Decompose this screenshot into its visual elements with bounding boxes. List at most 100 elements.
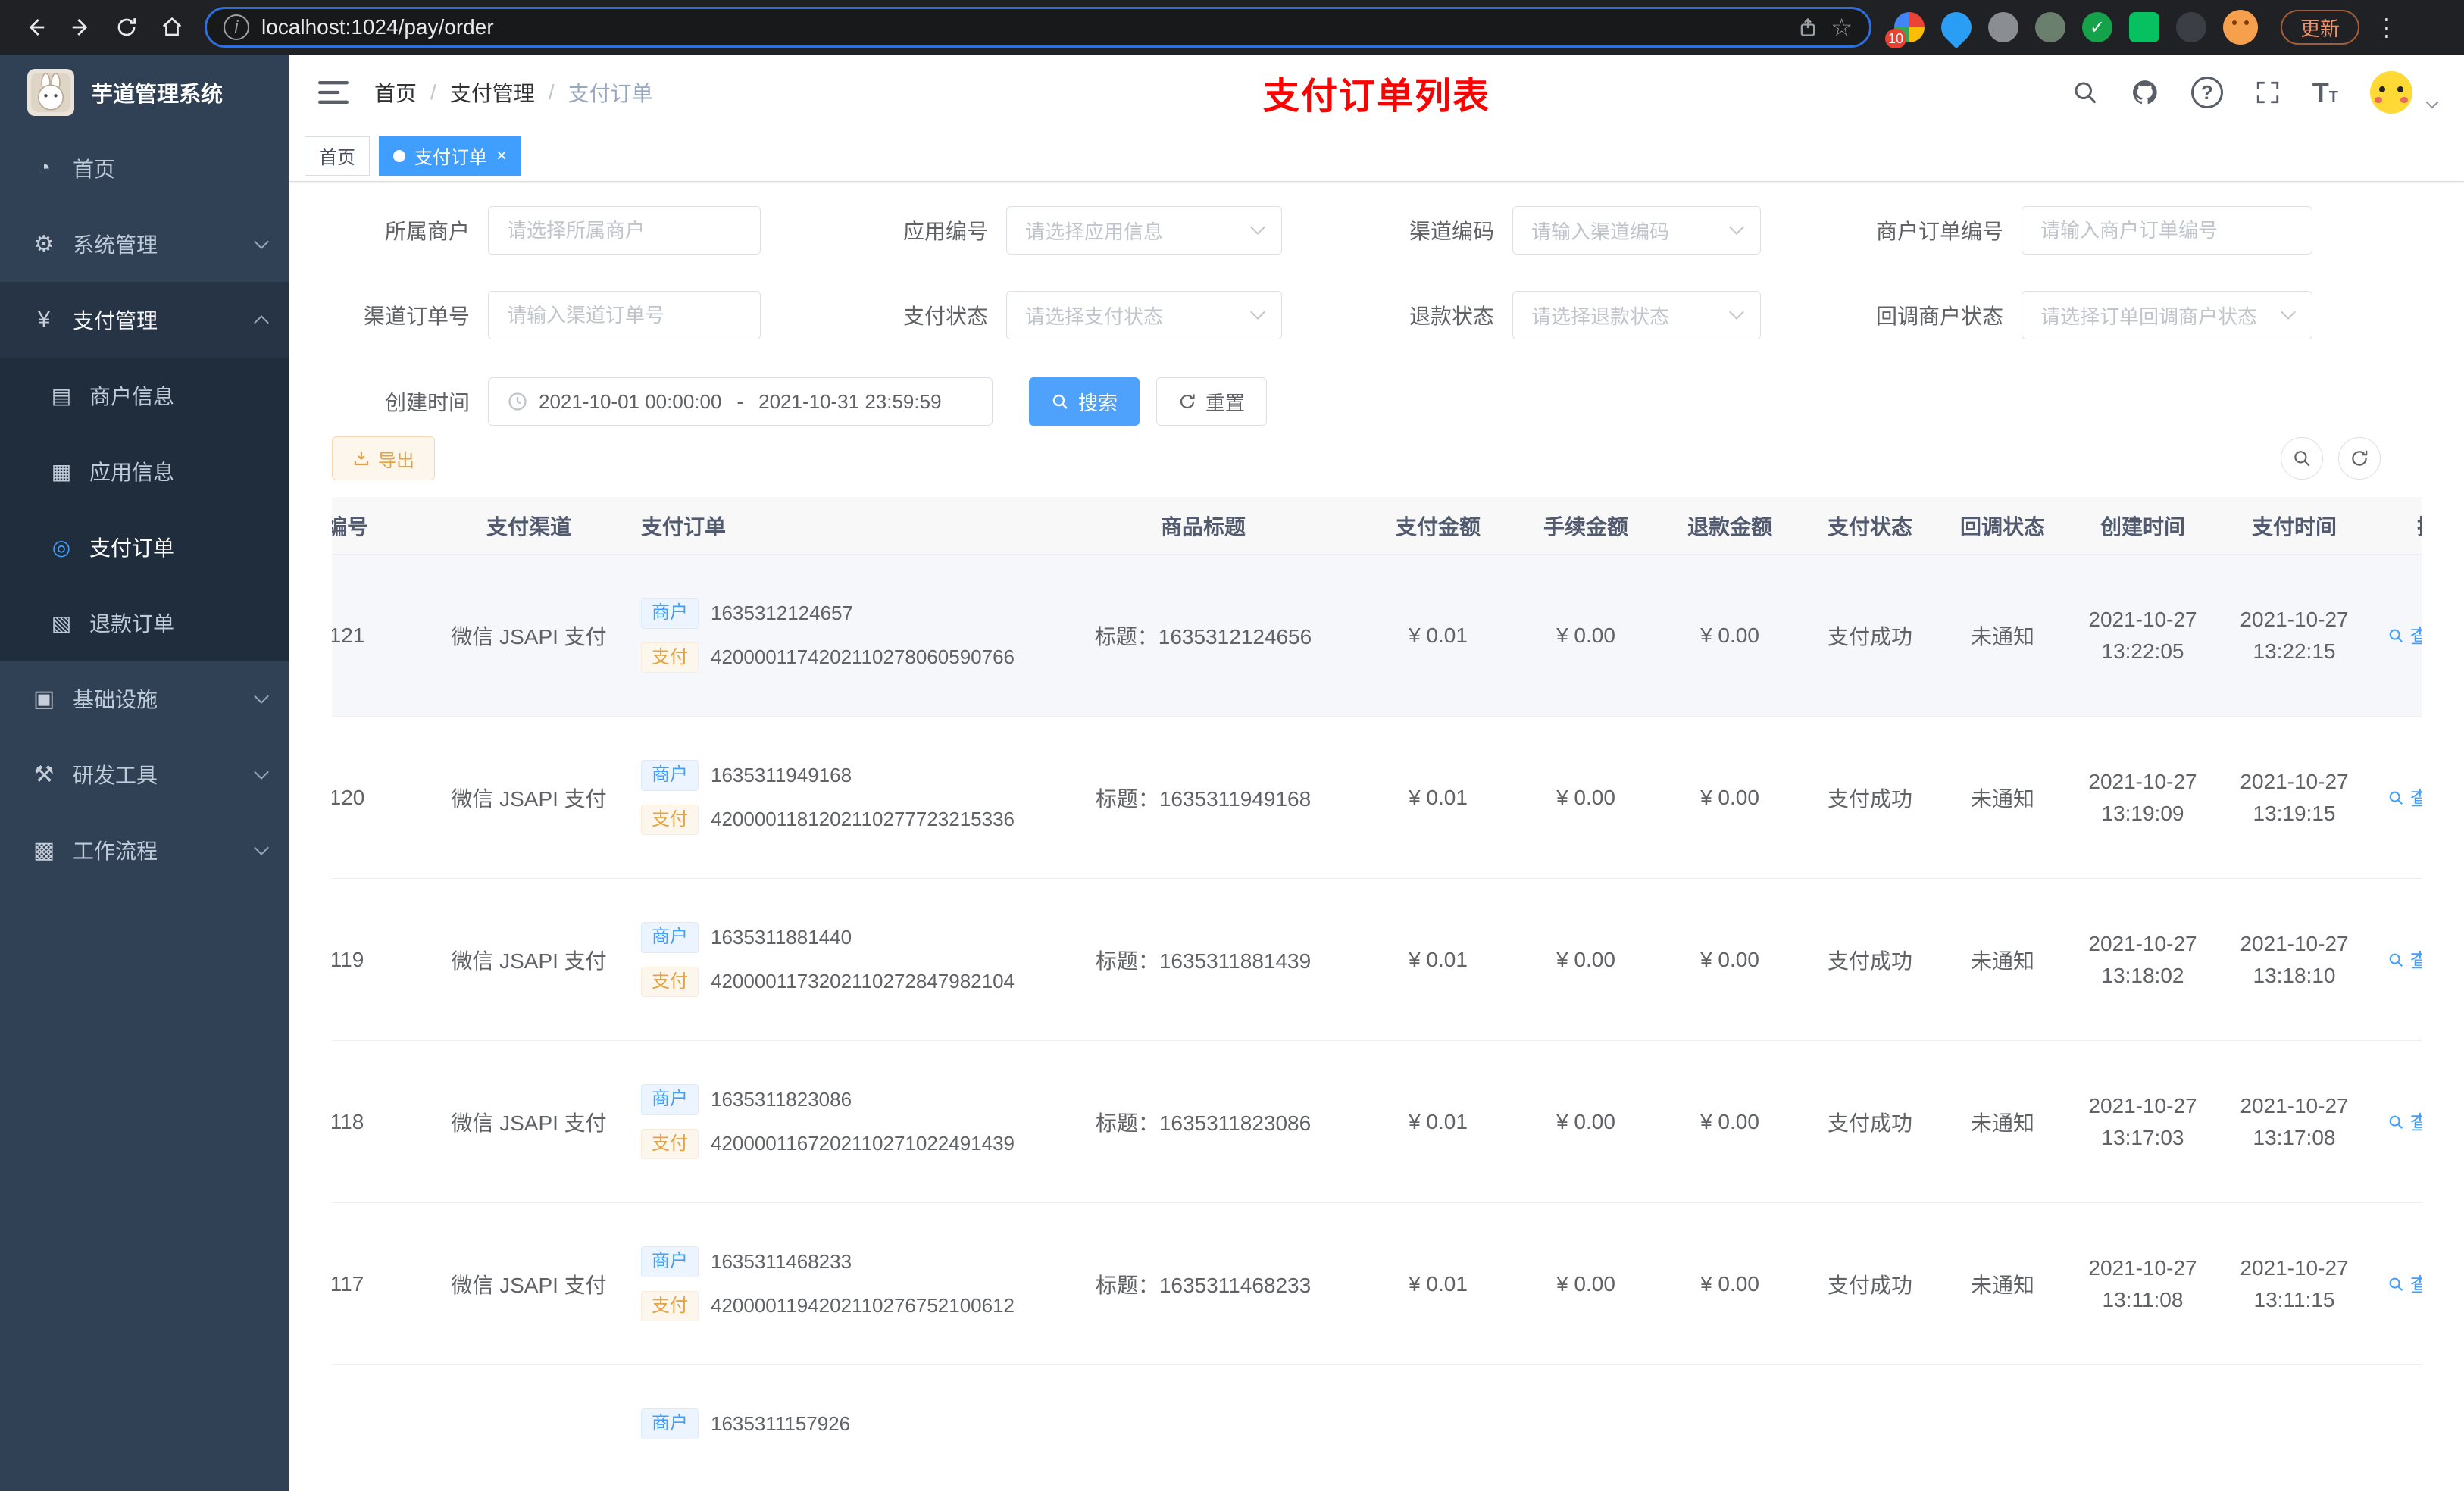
reload-icon[interactable] xyxy=(106,7,147,48)
extension-pin-icon[interactable] xyxy=(2176,12,2206,42)
filter-row-2: 渠道订单号 支付状态 请选择支付状态 退款状态 请选择退款状态 xyxy=(332,291,2422,339)
pay-tag: 支付 xyxy=(641,1128,699,1160)
toggle-search-button[interactable] xyxy=(2281,437,2323,480)
font-size-icon[interactable]: T xyxy=(2312,77,2338,108)
merchant-input[interactable] xyxy=(488,206,761,255)
share-icon[interactable] xyxy=(1797,17,1818,38)
sidebar-item-payment[interactable]: ¥ 支付管理 xyxy=(0,282,289,358)
help-icon[interactable] xyxy=(2190,77,2223,108)
refresh-table-button[interactable] xyxy=(2338,437,2381,480)
back-icon[interactable] xyxy=(15,7,56,48)
table-header-row: 编号 支付渠道 支付订单 商品标题 支付金额 手续金额 退款金额 支付状态 回调… xyxy=(332,497,2422,555)
sidebar-item-dev-tools[interactable]: ⚒ 研发工具 xyxy=(0,736,289,812)
chevron-down-icon xyxy=(254,689,269,704)
view-detail-link[interactable]: 查看详情 xyxy=(2387,1270,2422,1298)
create-time-range-picker[interactable]: 2021-10-01 00:00:00 - 2021-10-31 23:59:5… xyxy=(488,377,993,426)
payment-submenu: ▤ 商户信息 ▦ 应用信息 ◎ 支付订单 ▧ 退款订单 xyxy=(0,358,289,661)
fullscreen-icon[interactable] xyxy=(2255,80,2281,105)
sidebar-item-home[interactable]: ◔ 首页 xyxy=(0,130,289,206)
tab-pay-order[interactable]: 支付订单 xyxy=(379,136,522,176)
pay-tag: 支付 xyxy=(641,1290,699,1322)
chevron-down-icon xyxy=(1250,220,1265,235)
user-avatar[interactable] xyxy=(2370,71,2412,114)
yen-icon: ¥ xyxy=(37,307,51,332)
dashboard-icon: ◔ xyxy=(36,155,52,180)
date-end: 2021-10-31 23:59:59 xyxy=(758,389,942,413)
github-icon[interactable] xyxy=(2131,78,2159,107)
chevron-down-icon xyxy=(1729,305,1744,320)
merchant-tag: 商户 xyxy=(641,921,699,953)
field-label: 支付状态 xyxy=(902,305,988,328)
grid-icon: ▦ xyxy=(51,459,72,483)
extension-globe-icon[interactable] xyxy=(1988,12,2018,42)
pay-status-select[interactable]: 请选择支付状态 xyxy=(1006,291,1282,339)
browser-profile-avatar[interactable] xyxy=(2223,10,2258,45)
sidebar-item-workflow[interactable]: ▩ 工作流程 xyxy=(0,812,289,888)
notify-status: 未通知 xyxy=(1970,786,2034,811)
pay-no-line: 支付 4200001167202110271022491439 xyxy=(641,1128,1015,1160)
merchant-tag: 商户 xyxy=(641,597,699,629)
channel-order-no-input[interactable] xyxy=(488,291,761,339)
search-icon[interactable] xyxy=(2072,79,2099,106)
active-dot-icon xyxy=(393,149,405,162)
browser-menu-icon[interactable]: ⋮ xyxy=(2372,13,2402,42)
close-icon[interactable] xyxy=(496,147,507,165)
chevron-up-icon xyxy=(254,315,269,330)
pay-channel: 微信 JSAPI 支付 xyxy=(451,949,607,973)
fee-amount: ¥ 0.00 xyxy=(1556,785,1615,809)
pay-channel: 微信 JSAPI 支付 xyxy=(451,1111,607,1135)
merchant-order-no-input[interactable] xyxy=(2022,206,2312,255)
sidebar-item-system[interactable]: ⚙ 系统管理 xyxy=(0,206,289,282)
address-bar[interactable]: localhost:1024/pay/order ☆ xyxy=(205,7,1871,48)
sidebar-item-infra[interactable]: ▣ 基础设施 xyxy=(0,661,289,736)
site-info-icon[interactable] xyxy=(224,14,249,40)
sidebar-item-pay-order[interactable]: ◎ 支付订单 xyxy=(0,509,289,585)
extension-drop-icon[interactable] xyxy=(1934,5,1978,49)
pay-time: 2021-10-27 13:19:15 xyxy=(2240,769,2349,825)
bookmark-star-icon[interactable]: ☆ xyxy=(1831,15,1853,39)
view-detail-link[interactable]: 查看详情 xyxy=(2387,783,2422,811)
page-annotation: 支付订单列表 xyxy=(1262,77,1491,117)
pay-amount: ¥ 0.01 xyxy=(1409,1109,1468,1133)
sidebar-item-merchant-info[interactable]: ▤ 商户信息 xyxy=(0,358,289,433)
forward-icon[interactable] xyxy=(61,7,102,48)
breadcrumb-payment[interactable]: 支付管理 xyxy=(450,77,535,108)
channel-code-select[interactable]: 请输入渠道编码 xyxy=(1512,206,1761,255)
home-icon[interactable] xyxy=(152,7,192,48)
url-text[interactable]: localhost:1024/pay/order xyxy=(261,15,1785,39)
refund-amount: ¥ 0.00 xyxy=(1700,1271,1759,1296)
hamburger-icon[interactable] xyxy=(318,80,349,105)
pay-tag: 支付 xyxy=(641,642,699,674)
reset-button[interactable]: 重置 xyxy=(1156,377,1268,426)
notify-status-select[interactable]: 请选择订单回调商户状态 xyxy=(2022,291,2312,339)
chrome-update-button[interactable]: 更新 xyxy=(2281,10,2360,45)
sidebar-item-refund-order[interactable]: ▧ 退款订单 xyxy=(0,585,289,661)
pay-channel: 微信 JSAPI 支付 xyxy=(451,786,607,811)
extension-square-icon[interactable] xyxy=(2129,12,2159,42)
pay-tag: 支付 xyxy=(641,966,699,998)
pay-no-line: 支付 4200001174202110278060590766 xyxy=(641,642,1015,674)
search-button[interactable]: 搜索 xyxy=(1029,377,1140,426)
breadcrumb-home[interactable]: 首页 xyxy=(374,77,417,108)
view-detail-link[interactable]: 查看详情 xyxy=(2387,1108,2422,1136)
export-button[interactable]: 导出 xyxy=(332,436,435,480)
chevron-down-icon xyxy=(1729,220,1744,235)
pay-time: 2021-10-27 13:17:08 xyxy=(2240,1093,2349,1149)
refund-amount: ¥ 0.00 xyxy=(1700,785,1759,809)
extensions-area: 10 xyxy=(1885,5,2258,49)
orders-table: 编号 支付渠道 支付订单 商品标题 支付金额 手续金额 退款金额 支付状态 回调… xyxy=(332,497,2422,1491)
table-row: 121 微信 JSAPI 支付 商户 1635312124657 支付 4200… xyxy=(332,555,2422,717)
table-row: 119 微信 JSAPI 支付 商户 1635311881440 支付 4200… xyxy=(332,879,2422,1041)
extension-pinwheel-icon[interactable]: 10 xyxy=(1885,12,1925,48)
view-detail-link[interactable]: 查看详情 xyxy=(2387,946,2422,974)
avatar-caret-icon[interactable] xyxy=(2425,95,2439,109)
tools-icon: ⚒ xyxy=(33,761,55,787)
view-detail-link[interactable]: 查看详情 xyxy=(2387,621,2422,649)
pay-amount: ¥ 0.01 xyxy=(1409,785,1468,809)
sidebar-item-app-info[interactable]: ▦ 应用信息 xyxy=(0,433,289,509)
tab-home[interactable]: 首页 xyxy=(305,136,370,176)
extension-check-icon[interactable] xyxy=(2082,12,2112,42)
refund-status-select[interactable]: 请选择退款状态 xyxy=(1512,291,1761,339)
extension-ball-icon[interactable] xyxy=(2035,12,2065,42)
app-select[interactable]: 请选择应用信息 xyxy=(1006,206,1282,255)
